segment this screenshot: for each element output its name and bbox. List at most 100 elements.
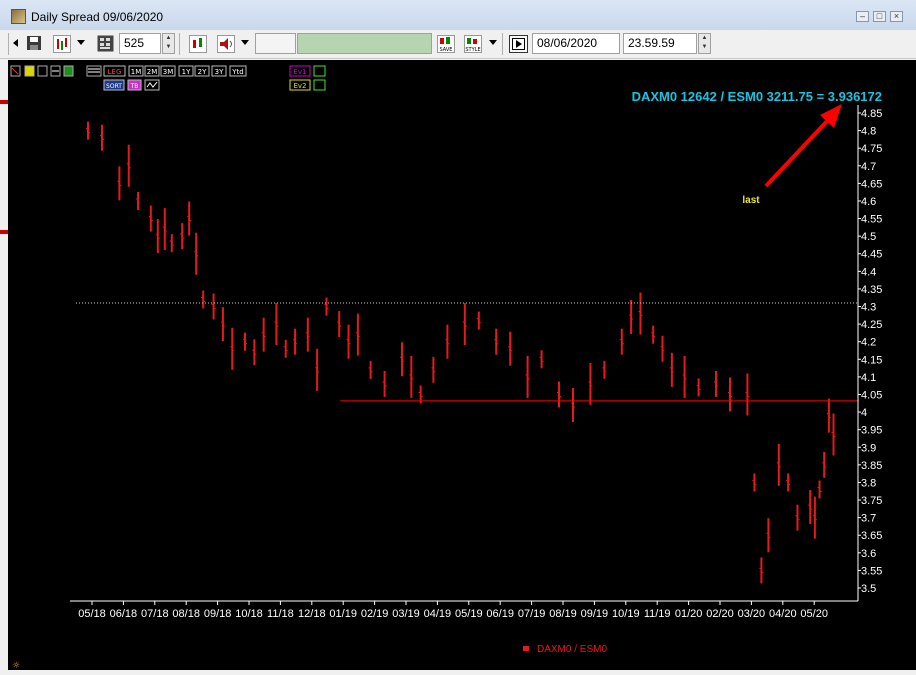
x-tick-label: 05/20 bbox=[800, 608, 828, 620]
x-tick-label: 08/18 bbox=[172, 608, 200, 620]
y-axis: 3.5 3.55 3.6 3.65 3.7 3.75 3.8 3.85 3.9 3.95 4 4.05… bbox=[857, 105, 882, 601]
legend: DAXM0 / ESM0 bbox=[523, 644, 607, 655]
x-tick-label: 09/18 bbox=[204, 608, 232, 620]
bars-count-spinner[interactable]: ▲ ▼ bbox=[162, 33, 175, 54]
x-tick-label: 07/18 bbox=[141, 608, 169, 620]
ev2-toggle-icon[interactable] bbox=[313, 79, 326, 91]
bars-grid-icon[interactable] bbox=[97, 35, 114, 53]
period-button-label: 1M bbox=[131, 68, 142, 76]
x-tick-label: 01/20 bbox=[675, 608, 703, 620]
y-tick-label: 4.35 bbox=[861, 284, 882, 296]
legend-label: DAXM0 / ESM0 bbox=[537, 644, 607, 655]
x-tick-label: 12/18 bbox=[298, 608, 326, 620]
x-axis: 05/18 06/18 07/18 08/18 09/18 10/18 11/18 12/18… bbox=[70, 600, 858, 620]
x-tick-label: 06/18 bbox=[110, 608, 138, 620]
toolbar: 525 ▲ ▼ SAVE STYLE 08/06/2020 23.59.59 ▲ ▼ bbox=[0, 30, 916, 59]
y-tick-label: 4.85 bbox=[861, 108, 882, 120]
date-input[interactable]: 08/06/2020 bbox=[532, 33, 620, 54]
y-tick-label: 4.75 bbox=[861, 143, 882, 155]
indicator-strip: LEG 1M 2M 3M 1Y 2Y 3Y Ytd SORT TB Ev1 Ev2 bbox=[10, 65, 326, 91]
x-tick-label: 05/19 bbox=[455, 608, 483, 620]
y-tick-label: 4.4 bbox=[861, 266, 876, 278]
close-button[interactable]: × bbox=[890, 11, 903, 22]
y-tick-label: 3.9 bbox=[861, 442, 876, 454]
corner-icon: ☼ bbox=[12, 661, 20, 670]
period-button-label: 2Y bbox=[198, 68, 207, 76]
save-label: SAVE bbox=[440, 47, 453, 53]
y-tick-label: 4.8 bbox=[861, 126, 876, 138]
x-tick-label: 04/20 bbox=[769, 608, 797, 620]
y-tick-label: 4.3 bbox=[861, 302, 876, 314]
sound-dropdown-icon[interactable] bbox=[241, 40, 249, 45]
ev1-label: Ev1 bbox=[293, 68, 306, 76]
plot-area bbox=[86, 121, 836, 584]
period-buttons: LEG 1M 2M 3M 1Y 2Y 3Y Ytd bbox=[103, 65, 247, 77]
y-tick-label: 4.55 bbox=[861, 214, 882, 226]
period-button-label: 3Y bbox=[215, 68, 224, 76]
y-tick-label: 3.75 bbox=[861, 495, 882, 507]
toolbar-grip bbox=[8, 33, 9, 55]
title-bar: Daily Spread 09/06/2020 – □ × bbox=[0, 0, 916, 31]
y-tick-label: 4.25 bbox=[861, 319, 882, 331]
period-button-label: 2M bbox=[147, 68, 158, 76]
time-spinner[interactable]: ▲ ▼ bbox=[698, 33, 711, 54]
style-label: STYLE bbox=[465, 47, 480, 53]
chart-type-icon[interactable] bbox=[53, 35, 71, 53]
blank-field[interactable] bbox=[255, 33, 296, 54]
headline-annotation: DAXM0 12642 / ESM0 3211.75 = 3.936172 bbox=[632, 89, 882, 104]
x-tick-label: 11/18 bbox=[267, 608, 294, 620]
save-disk-icon[interactable] bbox=[26, 35, 42, 53]
left-edge-mark bbox=[0, 230, 8, 234]
maximize-button[interactable]: □ bbox=[873, 11, 886, 22]
x-tick-label: 02/19 bbox=[361, 608, 389, 620]
grid-tool-icon[interactable] bbox=[86, 65, 102, 77]
x-tick-label: 06/19 bbox=[486, 608, 514, 620]
style-dropdown-icon[interactable] bbox=[489, 40, 497, 45]
x-tick-label: 09/19 bbox=[581, 608, 609, 620]
y-tick-label: 4.15 bbox=[861, 354, 882, 366]
spread-chart: LEG 1M 2M 3M 1Y 2Y 3Y Ytd SORT TB Ev1 Ev2 3.53.… bbox=[10, 65, 882, 671]
last-label: last bbox=[742, 195, 760, 206]
sound-icon[interactable] bbox=[217, 35, 235, 53]
pen-tool-icon[interactable] bbox=[24, 65, 35, 77]
y-tick-label: 3.7 bbox=[861, 513, 876, 525]
save-icon[interactable]: SAVE bbox=[437, 35, 455, 53]
x-tick-label: 10/19 bbox=[612, 608, 640, 620]
y-tick-label: 4.65 bbox=[861, 178, 882, 190]
x-tick-label: 01/19 bbox=[329, 608, 357, 620]
x-tick-label: 03/20 bbox=[738, 608, 766, 620]
time-input[interactable]: 23.59.59 bbox=[623, 33, 697, 54]
arrow-shaft bbox=[764, 116, 832, 188]
app-icon bbox=[11, 9, 26, 24]
last-arrow bbox=[764, 104, 842, 188]
rect-tool-icon[interactable] bbox=[37, 65, 48, 77]
style-icon[interactable]: STYLE bbox=[464, 35, 482, 53]
x-tick-label: 10/18 bbox=[235, 608, 263, 620]
color-tool-icon[interactable] bbox=[63, 65, 74, 77]
x-tick-label: 04/19 bbox=[424, 608, 452, 620]
period-button-label: Ytd bbox=[231, 68, 243, 76]
sort-label: SORT bbox=[106, 83, 122, 90]
period-button-label: 3M bbox=[163, 68, 174, 76]
y-tick-label: 3.5 bbox=[861, 583, 876, 595]
y-tick-label: 4.45 bbox=[861, 249, 882, 261]
window-title: Daily Spread 09/06/2020 bbox=[31, 10, 164, 24]
collapse-left-icon[interactable] bbox=[13, 39, 18, 47]
ev2-label: Ev2 bbox=[293, 82, 306, 90]
y-tick-label: 4.6 bbox=[861, 196, 876, 208]
period-button-label: LEG bbox=[108, 68, 122, 76]
y-tick-label: 4.05 bbox=[861, 389, 882, 401]
y-tick-label: 3.95 bbox=[861, 425, 882, 437]
y-tick-label: 4.5 bbox=[861, 231, 876, 243]
y-tick-label: 3.6 bbox=[861, 548, 876, 560]
y-tick-label: 3.55 bbox=[861, 565, 882, 577]
y-tick-label: 3.65 bbox=[861, 530, 882, 542]
toolbar-separator bbox=[179, 33, 180, 55]
ev1-toggle-icon[interactable] bbox=[313, 65, 326, 77]
chart-type-dropdown-icon[interactable] bbox=[77, 40, 85, 45]
bars-count-input[interactable]: 525 bbox=[119, 33, 161, 54]
minimize-button[interactable]: – bbox=[856, 11, 869, 22]
play-icon[interactable] bbox=[509, 35, 528, 53]
x-tick-label: 02/20 bbox=[706, 608, 734, 620]
candles-icon[interactable] bbox=[189, 35, 207, 53]
